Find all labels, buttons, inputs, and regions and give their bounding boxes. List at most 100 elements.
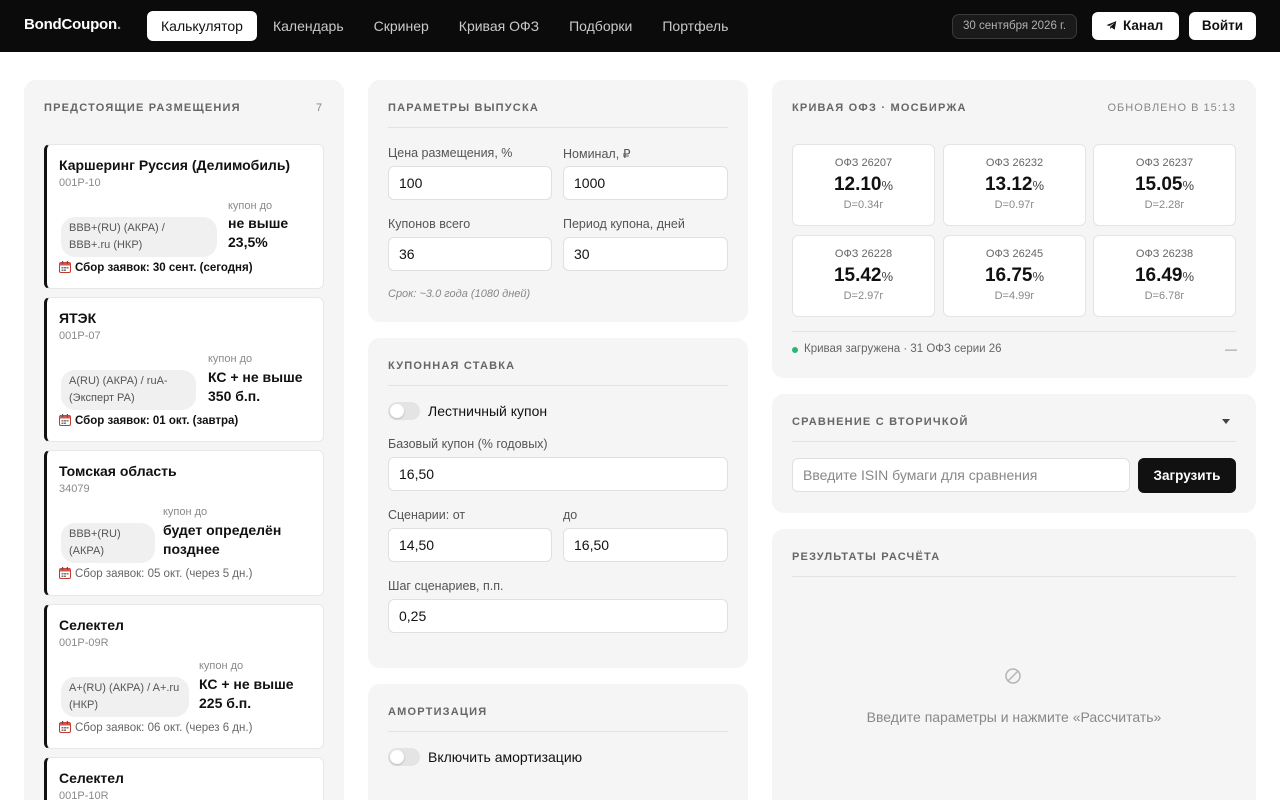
- bond-name: ОФЗ 26207: [834, 157, 893, 169]
- ofz-bond-card[interactable]: ОФЗ 26207 12.10% D=0.34г: [792, 144, 935, 226]
- coupon-label: купон до: [208, 353, 253, 365]
- nominal-label: Номинал, ₽: [563, 147, 631, 161]
- coupon-value: КС + не выше 350 б.п.: [208, 369, 303, 404]
- chevron-down-icon[interactable]: [1222, 419, 1230, 424]
- divider: [388, 127, 728, 128]
- price-label: Цена размещения, %: [388, 146, 513, 160]
- nav-collections[interactable]: Подборки: [555, 11, 646, 41]
- issue-card[interactable]: Селектел 001P-10R: [44, 757, 324, 800]
- channel-label: Канал: [1123, 18, 1164, 33]
- ofz-bond-card[interactable]: ОФЗ 26238 16.49% D=6.78г: [1093, 235, 1236, 317]
- rating-pill: BBB+(RU) (АКРА): [61, 523, 155, 563]
- bond-name: ОФЗ 26237: [1135, 157, 1194, 169]
- issue-code: 001P-07: [59, 330, 101, 342]
- coupon-rate-title: КУПОННАЯ СТАВКА: [388, 360, 516, 372]
- bond-yield: 12.10%: [833, 174, 894, 195]
- top-bar: BondCoupon. Калькулятор Календарь Скрине…: [0, 0, 1280, 52]
- ladder-coupon-label: Лестничный купон: [428, 403, 548, 419]
- bond-yield: 15.42%: [833, 265, 894, 286]
- bond-duration: D=0.34г: [843, 199, 884, 211]
- coupon-label: купон до: [199, 660, 244, 672]
- book-date: Сбор заявок: 06 окт. (через 6 дн.): [59, 721, 252, 734]
- amortization-title: АМОРТИЗАЦИЯ: [388, 706, 488, 718]
- amortization-panel: [368, 684, 748, 800]
- coupon-period-input[interactable]: 30: [563, 237, 728, 271]
- scenario-to-input[interactable]: 16,50: [563, 528, 728, 562]
- results-title: РЕЗУЛЬТАТЫ РАСЧЁТА: [792, 551, 941, 563]
- issue-card[interactable]: Томская область 34079 BBB+(RU) (АКРА) ку…: [44, 450, 324, 596]
- divider: [388, 731, 728, 732]
- rating-pill: A+(RU) (АКРА) / A+.ru (НКР): [61, 677, 189, 717]
- issue-code: 34079: [59, 483, 90, 495]
- main-nav: Калькулятор Календарь Скринер Кривая ОФЗ…: [147, 11, 744, 41]
- brand-logo[interactable]: BondCoupon.: [24, 16, 121, 33]
- issue-name: Селектел: [59, 770, 124, 786]
- nav-screener[interactable]: Скринер: [360, 11, 443, 41]
- calendar-icon: [59, 414, 71, 426]
- calendar-icon: [59, 261, 71, 273]
- price-input[interactable]: 100: [388, 166, 552, 200]
- base-coupon-label: Базовый купон (% годовых): [388, 437, 548, 451]
- ofz-curve-title: КРИВАЯ ОФЗ · МОСБИРЖА: [792, 102, 967, 114]
- bond-name: ОФЗ 26238: [1135, 248, 1194, 260]
- ladder-coupon-toggle[interactable]: [388, 402, 420, 420]
- issue-card[interactable]: ЯТЭК 001P-07 A(RU) (АКРА) / ruA- (Экспер…: [44, 297, 324, 442]
- curve-status: Кривая загружена · 31 ОФЗ серии 26: [804, 343, 1002, 355]
- bond-yield: 16.75%: [984, 265, 1045, 286]
- scenario-from-input[interactable]: 14,50: [388, 528, 552, 562]
- nav-calendar[interactable]: Календарь: [259, 11, 358, 41]
- divider: [792, 331, 1236, 332]
- bond-duration: D=4.99г: [994, 290, 1035, 302]
- no-results-icon: [1005, 668, 1021, 684]
- issue-code: 001P-09R: [59, 637, 109, 649]
- coupon-label: купон до: [228, 200, 273, 212]
- coupons-count-input[interactable]: 36: [388, 237, 552, 271]
- isin-input[interactable]: [792, 458, 1130, 492]
- issue-card[interactable]: Селектел 001P-09R A+(RU) (АКРА) / A+.ru …: [44, 604, 324, 749]
- results-panel: [772, 529, 1256, 800]
- ofz-bond-card[interactable]: ОФЗ 26232 13.12% D=0.97г: [943, 144, 1086, 226]
- amortization-toggle[interactable]: [388, 748, 420, 766]
- upcoming-title: ПРЕДСТОЯЩИЕ РАЗМЕЩЕНИЯ: [44, 102, 241, 114]
- coupon-value: КС + не выше 225 б.п.: [199, 676, 294, 711]
- ofz-bond-card[interactable]: ОФЗ 26245 16.75% D=4.99г: [943, 235, 1086, 317]
- divider: [388, 385, 728, 386]
- book-date: Сбор заявок: 30 сент. (сегодня): [59, 261, 253, 274]
- calendar-icon: [59, 567, 71, 579]
- issue-card[interactable]: Каршеринг Руссия (Делимобиль) 001P-10 BB…: [44, 144, 324, 289]
- nominal-input[interactable]: 1000: [563, 166, 728, 200]
- divider: [792, 441, 1236, 442]
- compare-title[interactable]: СРАВНЕНИЕ С ВТОРИЧКОЙ: [792, 416, 969, 428]
- base-coupon-input[interactable]: 16,50: [388, 457, 728, 491]
- curve-status-right: —: [1225, 342, 1237, 356]
- issue-params-panel: [368, 80, 748, 322]
- login-button[interactable]: Войти: [1189, 12, 1256, 40]
- coupon-period-label: Период купона, дней: [563, 217, 685, 231]
- bond-name: ОФЗ 26232: [985, 157, 1044, 169]
- issue-name: ЯТЭК: [59, 310, 97, 326]
- issue-name: Каршеринг Руссия (Делимобиль): [59, 157, 291, 173]
- load-button[interactable]: Загрузить: [1138, 458, 1236, 493]
- bond-duration: D=2.97г: [843, 290, 884, 302]
- issue-code: 001P-10: [59, 177, 101, 189]
- nav-ofz-curve[interactable]: Кривая ОФЗ: [445, 11, 553, 41]
- issue-params-title: ПАРАМЕТРЫ ВЫПУСКА: [388, 102, 540, 114]
- bond-name: ОФЗ 26245: [985, 248, 1044, 260]
- nav-portfolio[interactable]: Портфель: [648, 11, 742, 41]
- scenario-from-label: Сценарии: от: [388, 508, 466, 522]
- bond-yield: 15.05%: [1134, 174, 1195, 195]
- rating-pill: A(RU) (АКРА) / ruA- (Эксперт РА): [61, 370, 196, 410]
- ofz-bond-card[interactable]: ОФЗ 26228 15.42% D=2.97г: [792, 235, 935, 317]
- ofz-curve-panel: [772, 80, 1256, 378]
- nav-calculator[interactable]: Калькулятор: [147, 11, 257, 41]
- bond-duration: D=0.97г: [994, 199, 1035, 211]
- coupons-count-label: Купонов всего: [388, 217, 471, 231]
- rating-pill: BBB+(RU) (АКРА) / BBB+.ru (НКР): [61, 217, 217, 257]
- scenario-step-input[interactable]: 0,25: [388, 599, 728, 633]
- bond-name: ОФЗ 26228: [834, 248, 893, 260]
- coupon-value: будет определён позднее: [163, 522, 282, 557]
- ofz-bond-card[interactable]: ОФЗ 26237 15.05% D=2.28г: [1093, 144, 1236, 226]
- scenario-step-label: Шаг сценариев, п.п.: [388, 579, 504, 593]
- issue-code: 001P-10R: [59, 790, 109, 800]
- channel-button[interactable]: Канал: [1092, 12, 1179, 40]
